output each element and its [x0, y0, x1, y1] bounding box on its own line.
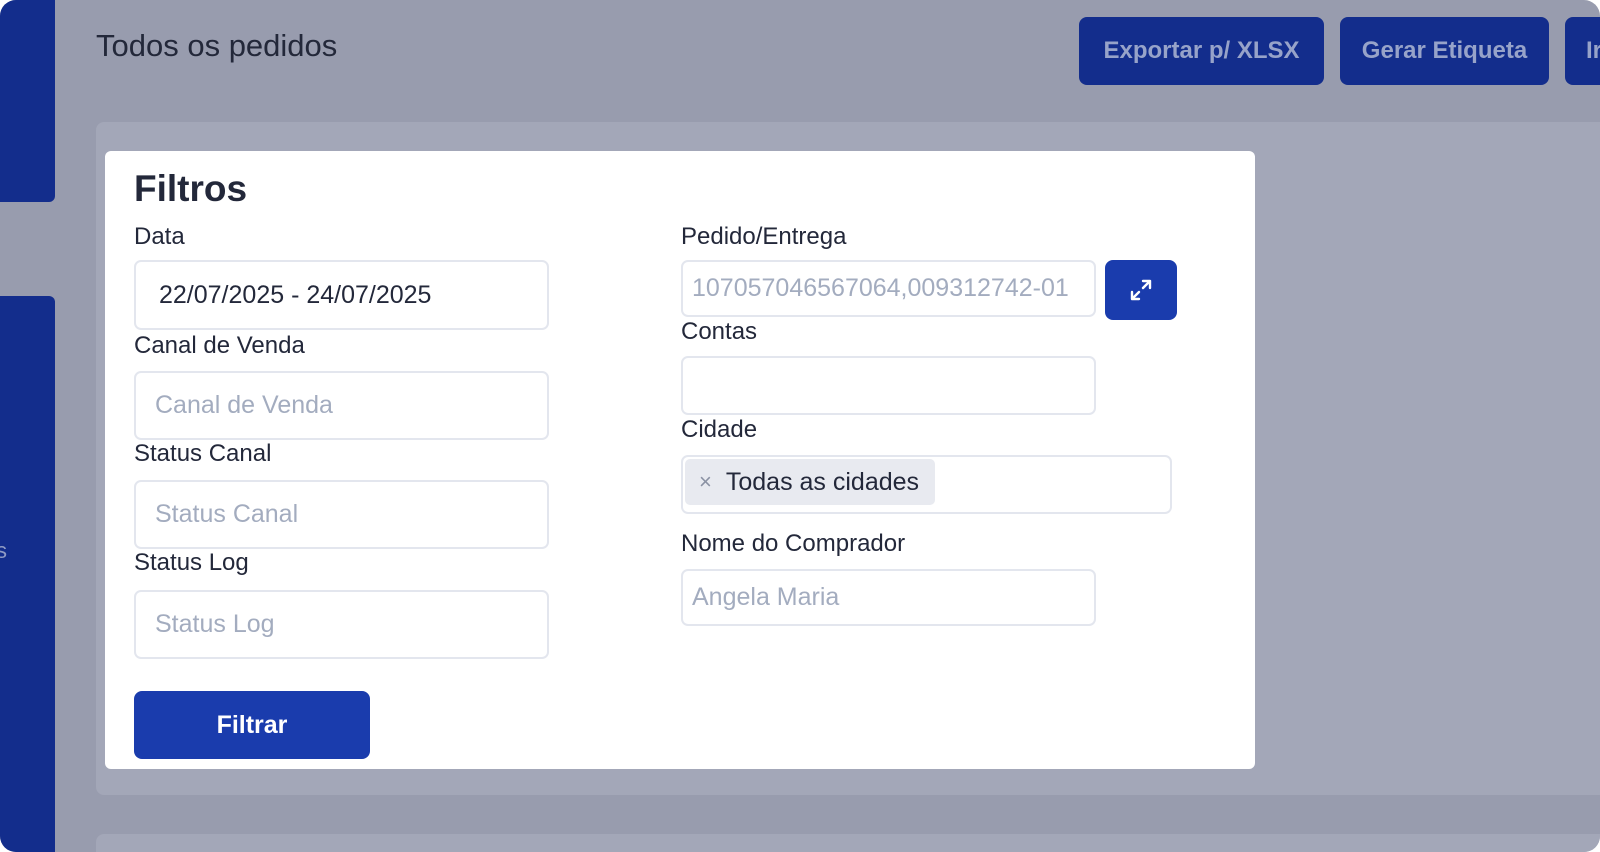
buyer-name-input[interactable]: Angela Maria [681, 569, 1096, 626]
log-status-select[interactable]: Status Log [134, 590, 549, 659]
sidebar-bottom [0, 296, 55, 852]
page-title: Todos os pedidos [96, 28, 338, 63]
expand-button[interactable] [1105, 260, 1177, 320]
order-delivery-label: Pedido/Entrega [681, 223, 847, 250]
generate-label-button[interactable]: Gerar Etiqueta [1340, 17, 1549, 85]
date-label: Data [134, 223, 185, 250]
sidebar-top [0, 0, 55, 202]
city-select[interactable]: × Todas as cidades [681, 455, 1172, 514]
city-chip: × Todas as cidades [685, 459, 936, 505]
app-frame: s Todos os pedidos Exportar p/ XLSX Gera… [0, 0, 1600, 852]
export-xlsx-button[interactable]: Exportar p/ XLSX [1079, 17, 1324, 85]
filter-button[interactable]: Filtrar [134, 691, 370, 759]
buyer-name-label: Nome do Comprador [681, 530, 906, 557]
chip-remove-icon[interactable]: × [699, 469, 712, 495]
sales-channel-label: Canal de Venda [134, 332, 305, 359]
orders-panel [96, 834, 1600, 852]
buyer-name-placeholder: Angela Maria [692, 583, 840, 611]
order-delivery-input[interactable]: 107057046567064,009312742-01 [681, 260, 1096, 317]
channel-status-label: Status Canal [134, 440, 272, 467]
sidebar-item-label[interactable]: s [0, 538, 7, 564]
log-status-label: Status Log [134, 549, 249, 576]
channel-status-placeholder: Status Canal [155, 500, 299, 528]
date-range-field[interactable]: 22/07/2025 - 24/07/2025 [134, 260, 549, 330]
filters-modal: Filtros Data 22/07/2025 - 24/07/2025 Can… [105, 151, 1255, 769]
filters-title: Filtros [134, 168, 248, 209]
expand-icon [1130, 279, 1152, 301]
import-button[interactable]: Ir [1565, 17, 1600, 85]
channel-status-select[interactable]: Status Canal [134, 480, 549, 549]
city-chip-label: Todas as cidades [725, 467, 920, 496]
accounts-select[interactable] [681, 356, 1096, 415]
sales-channel-select[interactable]: Canal de Venda [134, 371, 549, 440]
log-status-placeholder: Status Log [155, 610, 275, 638]
city-label: Cidade [681, 416, 758, 443]
date-range-value: 22/07/2025 - 24/07/2025 [159, 280, 432, 309]
order-delivery-placeholder: 107057046567064,009312742-01 [692, 274, 1069, 302]
sales-channel-placeholder: Canal de Venda [155, 391, 333, 419]
accounts-label: Contas [681, 318, 758, 345]
